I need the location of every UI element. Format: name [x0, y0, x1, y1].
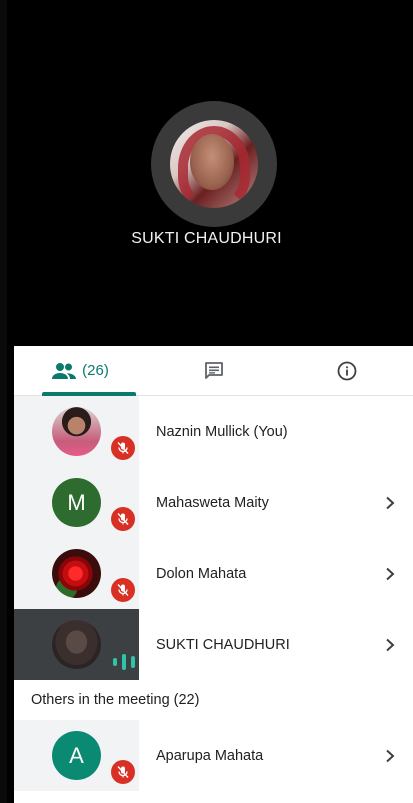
avatar-letter: A: [69, 742, 84, 768]
mic-off-icon: [111, 578, 135, 602]
participant-row[interactable]: Naznin Mullick (You): [14, 396, 413, 467]
avatar: [52, 620, 101, 669]
participant-name: Aparupa Mahata: [156, 747, 264, 764]
panel-tabs: (26): [14, 346, 413, 396]
tab-people[interactable]: (26): [14, 346, 147, 395]
participant-count: (26): [82, 362, 109, 379]
participant-row[interactable]: SUKTI CHAUDHURI: [14, 609, 413, 680]
mic-off-icon: [111, 760, 135, 784]
participant-row[interactable]: A Aparupa Mahata: [14, 720, 413, 791]
participant-name: Naznin Mullick (You): [156, 423, 288, 440]
tab-chat[interactable]: [147, 346, 280, 395]
avatar-letter: M: [67, 489, 86, 515]
chevron-right-icon[interactable]: [385, 638, 413, 652]
mic-off-icon: [111, 507, 135, 531]
mic-off-icon: [111, 436, 135, 460]
people-icon: [52, 362, 77, 380]
video-stage[interactable]: SUKTI CHAUDHURI: [0, 0, 413, 346]
chevron-right-icon[interactable]: [385, 496, 413, 510]
chevron-right-icon[interactable]: [385, 567, 413, 581]
chat-icon: [204, 361, 224, 381]
info-icon: [337, 361, 357, 381]
active-speaker-avatar: [151, 101, 277, 227]
participant-name: Mahasweta Maity: [156, 494, 269, 511]
avatar: A: [52, 731, 101, 780]
participant-row[interactable]: Dolon Mahata: [14, 538, 413, 609]
speaker-photo: [170, 120, 258, 208]
avatar: [52, 407, 101, 456]
speaking-indicator-icon: [113, 653, 135, 671]
avatar: [52, 549, 101, 598]
participants-panel: (26) Naznin Mullick (You) M Mahasweta Ma…: [14, 346, 413, 803]
participant-name: SUKTI CHAUDHURI: [156, 636, 290, 653]
participant-name: Dolon Mahata: [156, 565, 247, 582]
others-section-title: Others in the meeting (22): [31, 692, 200, 708]
left-edge-strip: [0, 0, 7, 803]
tab-info[interactable]: [280, 346, 413, 395]
active-speaker-name: SUKTI CHAUDHURI: [131, 230, 282, 247]
participant-row[interactable]: M Mahasweta Maity: [14, 467, 413, 538]
avatar: M: [52, 478, 101, 527]
chevron-right-icon[interactable]: [385, 749, 413, 763]
